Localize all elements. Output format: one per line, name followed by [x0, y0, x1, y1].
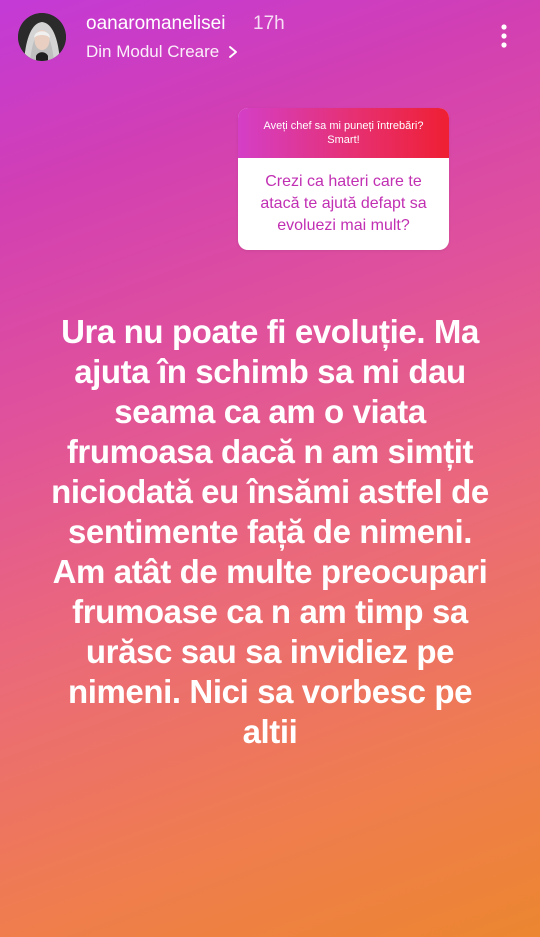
story-header: oanaromanelisei 17h Din Modul Creare [0, 0, 540, 80]
creation-mode-label: Din Modul Creare [86, 42, 220, 61]
story-username[interactable]: oanaromanelisei [86, 13, 225, 35]
question-text: Crezi ca hateri care te atacă te ajută d… [260, 173, 427, 234]
profile-avatar[interactable] [18, 13, 66, 61]
question-prompt: Aveți chef sa mi puneți întrebări? Smart… [238, 108, 449, 158]
story-time: 17h [253, 13, 285, 34]
creation-mode-link[interactable]: Din Modul Creare [86, 42, 239, 62]
chevron-right-icon [229, 46, 238, 58]
answer-text: Ura nu poate fi evoluție. Ma ajuta în sc… [51, 313, 489, 750]
instagram-story: oanaromanelisei 17h Din Modul Creare Ave… [0, 0, 540, 937]
question-sticker: Aveți chef sa mi puneți întrebări? Smart… [238, 108, 449, 250]
avatar-image [18, 13, 66, 61]
vertical-dots-icon[interactable] [492, 22, 516, 50]
